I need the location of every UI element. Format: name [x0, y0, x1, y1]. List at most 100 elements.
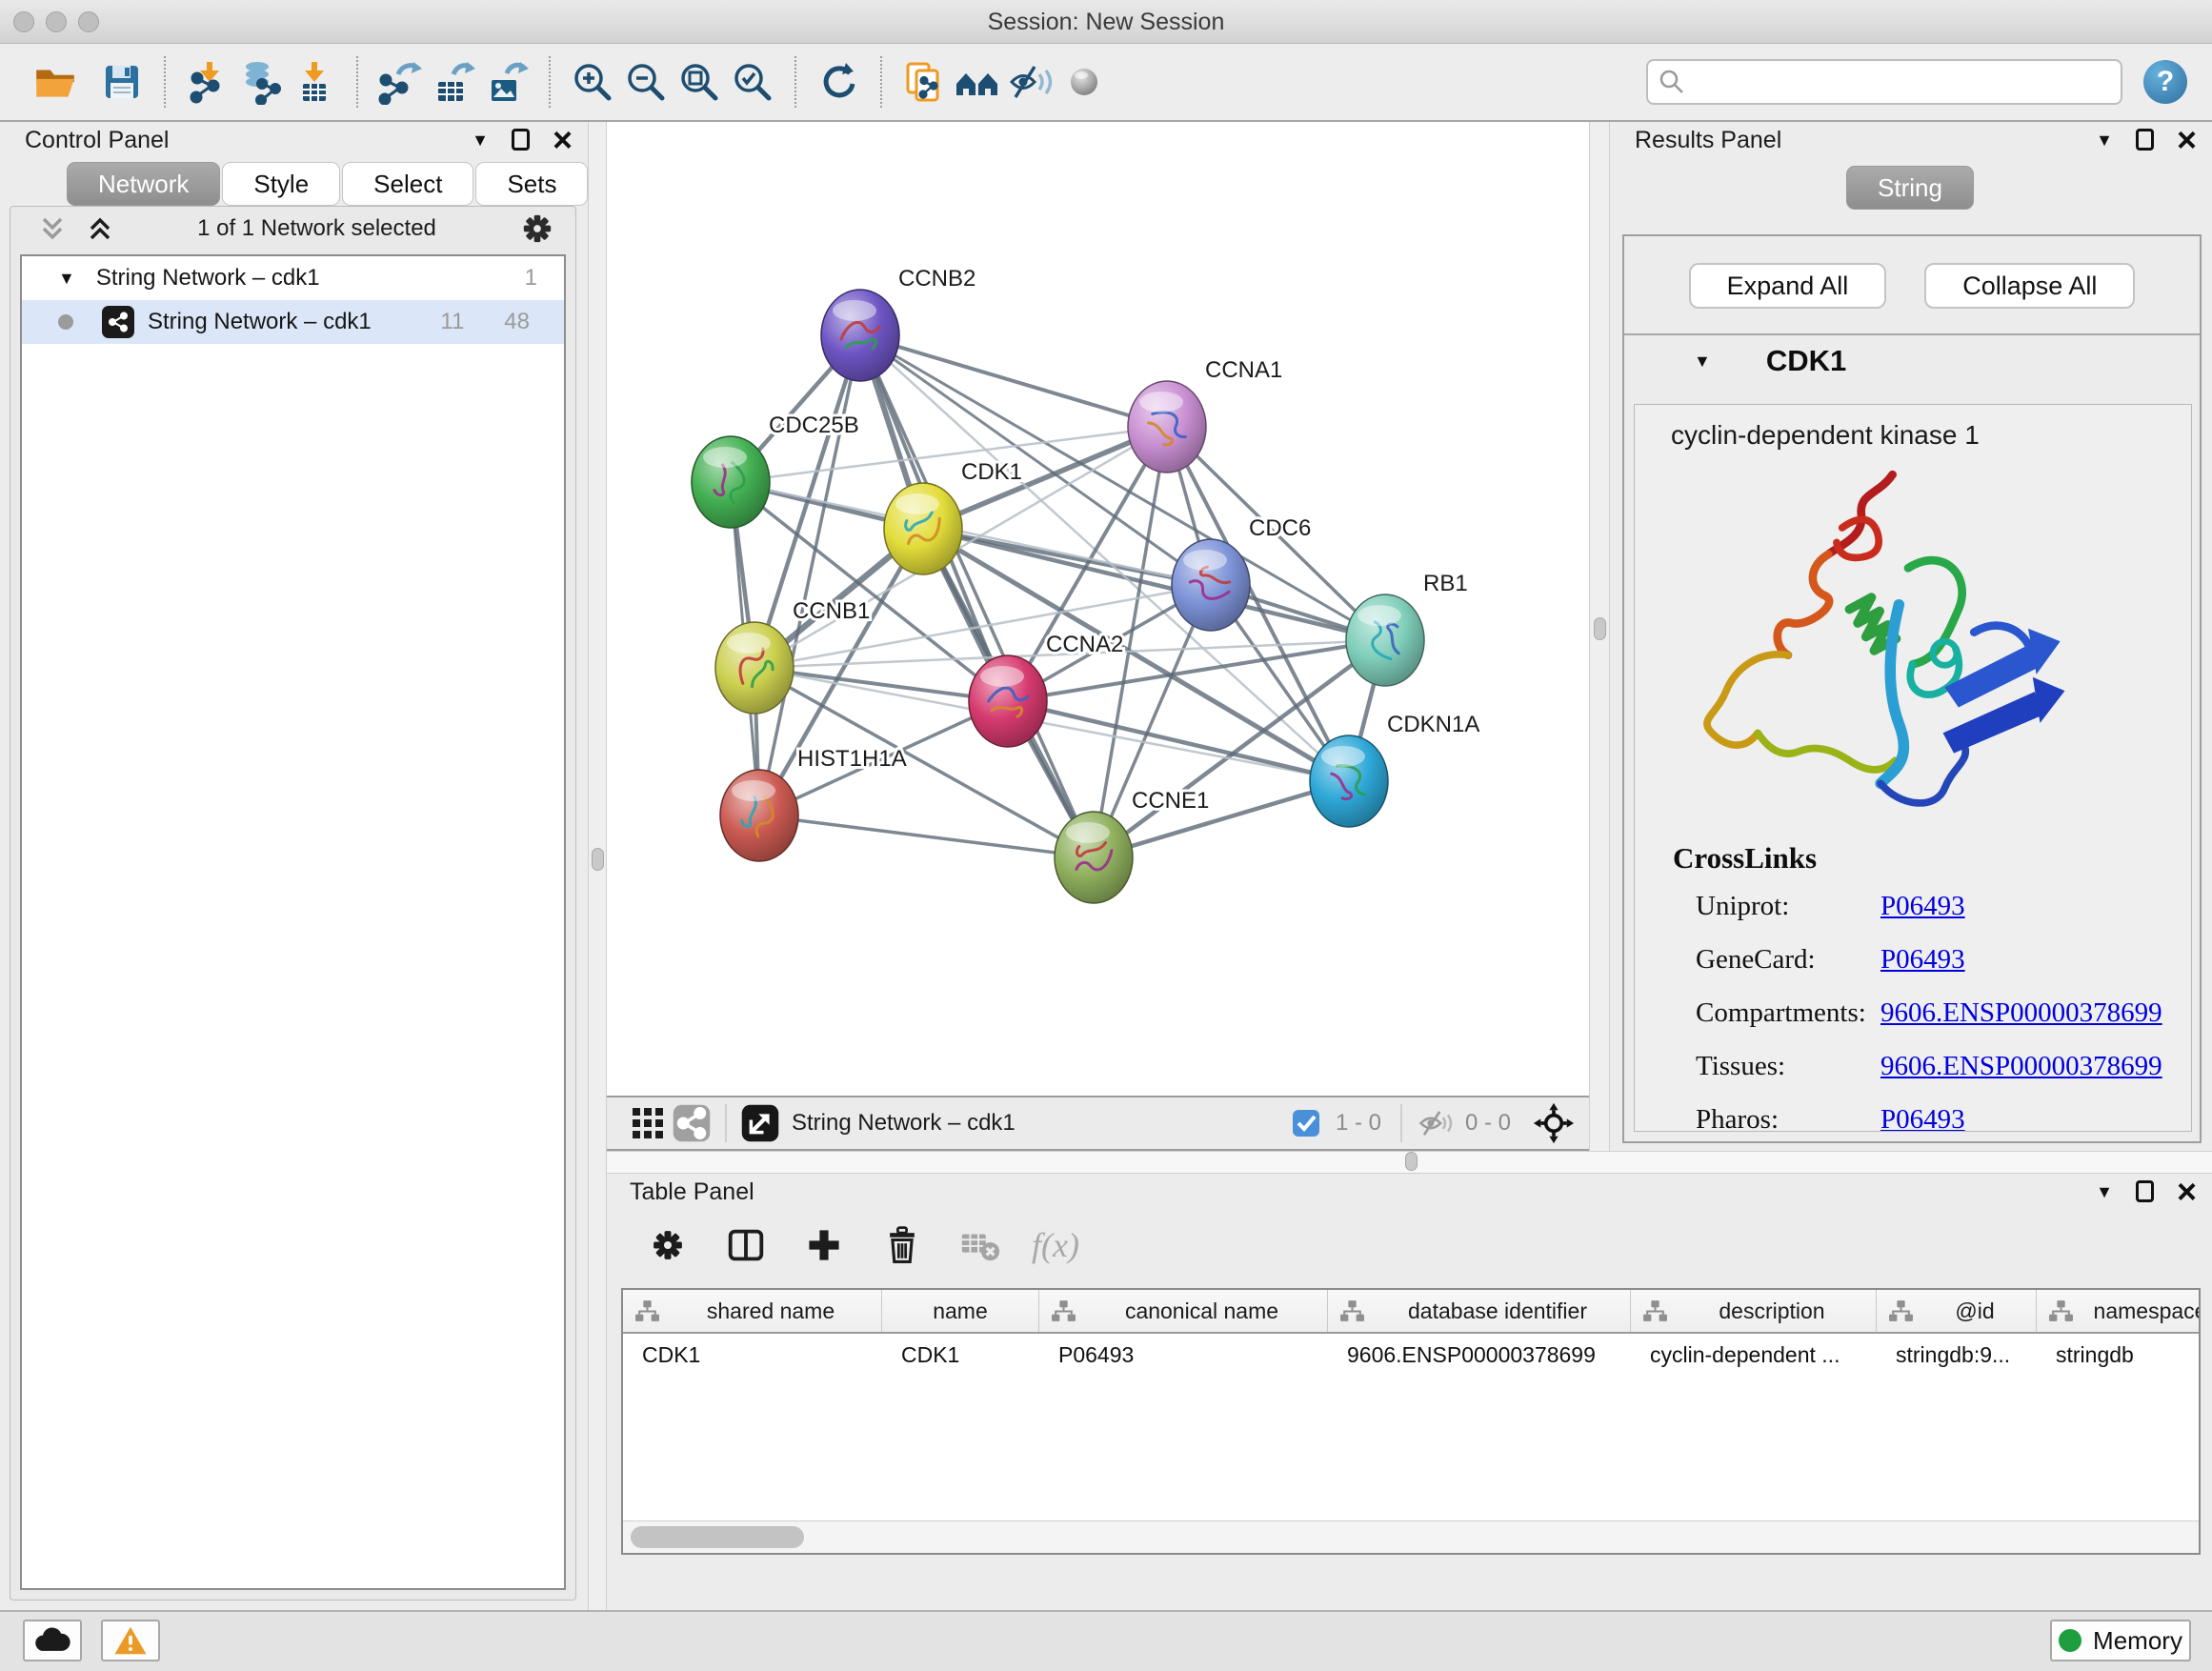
table-cell[interactable]: stringdb	[2037, 1342, 2201, 1368]
column-header-database-identifier[interactable]: database identifier	[1328, 1290, 1631, 1332]
network-edge[interactable]	[860, 335, 1094, 857]
cloud-status-button[interactable]	[23, 1620, 82, 1661]
control-panel-collapse-icon[interactable]: ▼	[472, 131, 489, 149]
save-session-icon[interactable]	[95, 55, 149, 109]
first-neighbors-icon[interactable]	[951, 55, 1004, 109]
table-cell[interactable]: 9606.ENSP00000378699	[1328, 1342, 1631, 1368]
export-table-icon[interactable]	[427, 55, 480, 109]
table-panel-collapse-icon[interactable]: ▼	[2096, 1183, 2113, 1200]
node-CDC25B[interactable]	[692, 436, 770, 528]
show-columns-icon[interactable]	[719, 1218, 773, 1272]
network-graph[interactable]: CCNB2CCNB2CCNA1CCNA1CDC25BCDC25BCDK1CDK1…	[607, 122, 1589, 1096]
node-CDK1[interactable]	[884, 483, 962, 574]
export-network-icon[interactable]	[373, 55, 427, 109]
table-panel-splitter[interactable]	[607, 1151, 2212, 1174]
table-cell[interactable]: P06493	[1039, 1342, 1328, 1368]
network-share-icon[interactable]	[670, 1101, 714, 1145]
protein-section-header[interactable]: ▼ CDK1	[1624, 335, 2200, 387]
column-header-shared-name[interactable]: shared name	[623, 1290, 882, 1332]
table-panel-float-icon[interactable]	[2136, 1180, 2154, 1202]
tab-select[interactable]: Select	[342, 162, 473, 206]
collapse-all-button[interactable]: Collapse All	[1924, 263, 2135, 309]
right-splitter-grip[interactable]	[1594, 617, 1606, 640]
node-CCNE1[interactable]	[1055, 812, 1133, 903]
delete-column-icon[interactable]	[875, 1218, 929, 1272]
table-panel-close-icon[interactable]: ×	[2177, 1178, 2197, 1206]
table-cell[interactable]: cyclin-dependent ...	[1631, 1342, 1877, 1368]
protein-disclosure-icon[interactable]: ▼	[1694, 352, 1711, 370]
table-cell[interactable]: stringdb:9...	[1877, 1342, 2037, 1368]
show-all-icon[interactable]	[1057, 55, 1111, 109]
table-scrollbar-thumb[interactable]	[631, 1526, 804, 1548]
network-collection-row[interactable]: ▼ String Network – cdk1 1	[22, 256, 564, 300]
crosslink-link[interactable]: P06493	[1880, 1104, 1965, 1133]
network-canvas[interactable]: CCNB2CCNB2CCNA1CCNA1CDC25BCDC25BCDK1CDK1…	[607, 122, 1589, 1096]
zoom-selected-icon[interactable]	[726, 55, 779, 109]
help-icon[interactable]: ?	[2143, 60, 2187, 104]
column-header-@id[interactable]: @id	[1877, 1290, 2037, 1332]
expand-all-button[interactable]: Expand All	[1689, 263, 1887, 309]
tab-sets[interactable]: Sets	[475, 162, 588, 206]
table-cell[interactable]: CDK1	[882, 1342, 1039, 1368]
results-panel-float-icon[interactable]	[2136, 129, 2154, 151]
tab-style[interactable]: Style	[222, 162, 340, 206]
column-header-description[interactable]: description	[1631, 1290, 1877, 1332]
right-panel-splitter[interactable]	[1589, 122, 1610, 1151]
import-network-from-database-icon[interactable]	[234, 55, 288, 109]
column-header-namespace[interactable]: namespace	[2037, 1290, 2201, 1332]
create-column-icon[interactable]	[797, 1218, 851, 1272]
crosslink-link[interactable]: 9606.ENSP00000378699	[1880, 1051, 2162, 1082]
table-horizontal-scrollbar[interactable]	[623, 1520, 2199, 1553]
selected-checkbox-icon[interactable]	[1284, 1101, 1328, 1145]
function-builder-button[interactable]: f(x)	[1032, 1225, 1079, 1265]
left-splitter-grip[interactable]	[592, 848, 604, 871]
birds-eye-view-icon[interactable]	[626, 1101, 670, 1145]
zoom-fit-icon[interactable]	[673, 55, 726, 109]
crosslink-link[interactable]: P06493	[1880, 891, 1965, 922]
network-edge[interactable]	[759, 815, 1094, 857]
node-CDC6[interactable]	[1172, 539, 1250, 631]
network-row[interactable]: String Network – cdk1 11 48	[22, 300, 564, 344]
table-row[interactable]: CDK1CDK1P064939606.ENSP00000378699cyclin…	[623, 1334, 2199, 1376]
collection-disclosure-icon[interactable]: ▼	[58, 270, 75, 287]
control-panel-float-icon[interactable]	[512, 129, 530, 151]
results-panel-close-icon[interactable]: ×	[2177, 127, 2197, 154]
import-table-icon[interactable]	[288, 55, 341, 109]
node-CCNB1[interactable]	[715, 622, 794, 714]
open-in-new-window-icon[interactable]	[738, 1101, 782, 1145]
zoom-in-icon[interactable]	[566, 55, 619, 109]
network-options-gear-icon[interactable]	[518, 210, 556, 248]
results-panel-collapse-icon[interactable]: ▼	[2096, 131, 2113, 149]
control-panel-close-icon[interactable]: ×	[553, 127, 573, 154]
column-header-canonical-name[interactable]: canonical name	[1039, 1290, 1328, 1332]
memory-button[interactable]: Memory	[2050, 1620, 2191, 1661]
table-splitter-grip[interactable]	[1405, 1152, 1418, 1171]
node-CCNB2[interactable]	[821, 290, 899, 381]
network-edge[interactable]	[759, 335, 860, 815]
column-header-name[interactable]: name	[882, 1290, 1039, 1332]
zoom-out-icon[interactable]	[619, 55, 673, 109]
search-input[interactable]	[1646, 59, 2122, 105]
node-RB1[interactable]	[1346, 594, 1424, 686]
clone-network-icon[interactable]	[897, 55, 951, 109]
tab-string[interactable]: String	[1846, 166, 1974, 210]
network-edge[interactable]	[1008, 701, 1349, 781]
refresh-icon[interactable]	[812, 55, 865, 109]
delete-table-icon[interactable]	[954, 1218, 1007, 1272]
node-CCNA2[interactable]	[969, 655, 1047, 747]
crosslink-link[interactable]: P06493	[1880, 944, 1965, 976]
open-session-icon[interactable]	[29, 55, 82, 109]
left-panel-splitter[interactable]	[588, 122, 607, 1610]
node-HIST1H1A[interactable]	[720, 770, 798, 861]
table-cell[interactable]: CDK1	[623, 1342, 882, 1368]
hidden-eye-icon[interactable]	[1414, 1101, 1458, 1145]
network-edge[interactable]	[860, 335, 1167, 427]
table-options-gear-icon[interactable]	[641, 1218, 694, 1272]
warnings-button[interactable]	[101, 1620, 160, 1661]
collapse-all-networks-icon[interactable]	[37, 213, 68, 244]
node-CCNA1[interactable]	[1128, 381, 1206, 473]
fit-content-crosshair-icon[interactable]	[1532, 1101, 1576, 1145]
node-CDKN1A[interactable]	[1310, 735, 1388, 827]
import-network-icon[interactable]	[181, 55, 234, 109]
export-image-icon[interactable]	[480, 55, 533, 109]
